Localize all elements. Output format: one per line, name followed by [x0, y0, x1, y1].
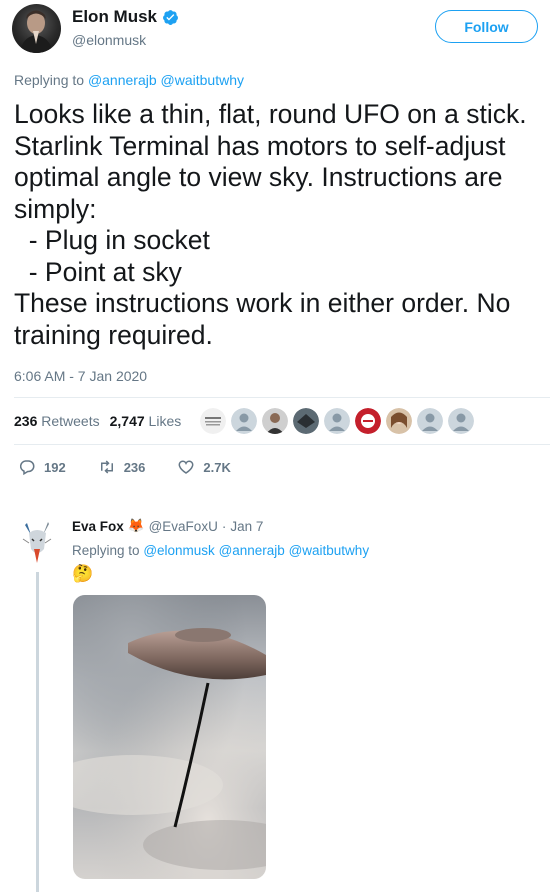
retweet-count: 236: [123, 459, 146, 475]
liker-avatar[interactable]: [262, 408, 288, 434]
thinking-emoji: 🤔: [72, 564, 94, 583]
reply-count: 192: [44, 459, 66, 475]
fox-emoji: 🦊: [127, 518, 145, 533]
author-handle[interactable]: @elonmusk: [72, 32, 146, 48]
reply-button[interactable]: 192: [18, 458, 66, 476]
retweets-count: 236: [14, 413, 38, 429]
retweet-button[interactable]: 236: [98, 458, 146, 476]
author-name-row: Elon Musk: [72, 7, 179, 27]
reply-author-handle[interactable]: @EvaFoxU: [149, 519, 218, 534]
liker-avatar[interactable]: [448, 408, 474, 434]
liker-avatar[interactable]: [417, 408, 443, 434]
liker-avatar[interactable]: [231, 408, 257, 434]
retweets-label: Retweets: [41, 413, 100, 429]
tweet-timestamp[interactable]: 6:06 AM - 7 Jan 2020: [14, 368, 147, 384]
reply-author-avatar[interactable]: [19, 519, 55, 565]
like-count: 2.7K: [203, 459, 231, 475]
divider: [14, 397, 550, 398]
author-name[interactable]: Elon Musk: [72, 7, 157, 27]
liker-avatar[interactable]: [200, 408, 226, 434]
retweet-icon: [100, 460, 113, 474]
reply-author-name[interactable]: Eva Fox: [72, 519, 124, 534]
reply-date[interactable]: Jan 7: [230, 519, 263, 534]
reply-replying-to: Replying to @elonmusk @annerajb @waitbut…: [72, 543, 369, 558]
reply-header: Eva Fox 🦊 @EvaFoxU · Jan 7: [72, 518, 263, 534]
likes-count: 2,747: [109, 413, 145, 429]
tweet-actions: 192 236 2.7K: [18, 458, 263, 476]
liker-avatar[interactable]: [324, 408, 350, 434]
liker-avatar[interactable]: [386, 408, 412, 434]
mention-link[interactable]: @waitbutwhy: [161, 72, 244, 88]
replying-prefix: Replying to: [14, 72, 85, 88]
liker-avatar[interactable]: [293, 408, 319, 434]
replying-to: Replying to @annerajb @waitbutwhy: [14, 72, 244, 88]
author-avatar[interactable]: [12, 4, 61, 53]
divider: [14, 444, 550, 445]
reply-icon: [19, 460, 35, 476]
mention-link[interactable]: @annerajb: [88, 72, 157, 88]
likes-label: Likes: [148, 413, 182, 429]
engagement-stats: 236 Retweets 2,747 Likes: [14, 413, 181, 429]
follow-button[interactable]: Follow: [435, 10, 538, 43]
tweet-text: Looks like a thin, flat, round UFO on a …: [14, 99, 527, 350]
verified-badge-icon: [163, 9, 178, 25]
like-button[interactable]: 2.7K: [177, 458, 231, 476]
mention-link[interactable]: @waitbutwhy: [289, 543, 370, 558]
thread-line: [36, 572, 39, 892]
ufo-photo[interactable]: [73, 595, 266, 879]
retweets-stat[interactable]: 236 Retweets: [14, 413, 100, 429]
likes-stat[interactable]: 2,747 Likes: [110, 413, 182, 429]
separator-dot: ·: [221, 518, 227, 534]
replying-prefix: Replying to: [72, 543, 140, 558]
liker-avatars: [200, 408, 474, 434]
mention-link[interactable]: @elonmusk: [143, 543, 214, 558]
liker-avatar[interactable]: [355, 408, 381, 434]
mention-link[interactable]: @annerajb: [219, 543, 285, 558]
heart-icon: [178, 460, 194, 474]
